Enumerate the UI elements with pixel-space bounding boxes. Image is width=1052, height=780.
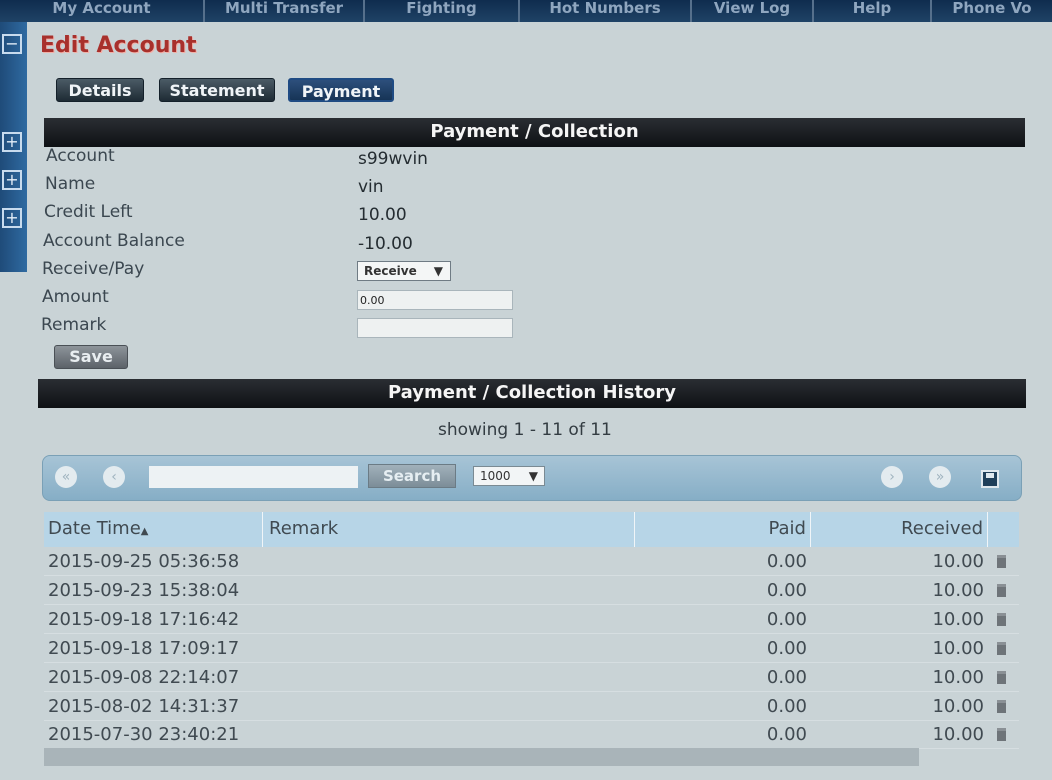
cell-received: 10.00 [932,580,984,601]
nav-item-my-account[interactable]: My Account [0,0,205,22]
cell-paid: 0.00 [766,696,807,717]
cell-paid: 0.00 [766,580,807,601]
grid-toolbar: « ‹ Search 1000 ▼ › » [42,455,1022,501]
table-row: 2015-09-25 05:36:58 0.00 10.00 [44,548,1019,576]
cell-received: 10.00 [932,724,984,745]
amount-input[interactable] [357,290,513,310]
save-icon[interactable] [981,470,999,488]
nav-item-multi-transfer[interactable]: Multi Transfer [205,0,365,22]
receive-pay-select[interactable]: Receive ▼ [357,261,451,281]
field-label-remark: Remark [41,315,107,335]
horizontal-scrollbar[interactable] [44,748,919,766]
table-row: 2015-07-30 23:40:21 0.00 10.00 [44,721,1019,749]
trash-icon[interactable] [997,642,1006,655]
cell-date-time: 2015-09-25 05:36:58 [48,551,240,572]
cell-received: 10.00 [932,551,984,572]
cell-received: 10.00 [932,638,984,659]
page-size-select[interactable]: 1000 ▼ [473,466,545,486]
cell-received: 10.00 [932,667,984,688]
nav-item-hot-numbers[interactable]: Hot Numbers [520,0,692,22]
remark-input[interactable] [357,318,513,338]
section-header-history: Payment / Collection History [38,379,1026,408]
cell-received: 10.00 [932,609,984,630]
page-title: Edit Account [40,33,197,58]
field-label-account-balance: Account Balance [43,231,185,251]
cell-paid: 0.00 [766,551,807,572]
cell-remark [263,577,635,604]
previous-page-icon[interactable]: ‹ [103,466,125,488]
receive-pay-select-value: Receive [364,264,417,278]
pagination-summary: showing 1 - 11 of 11 [438,420,612,440]
column-header-paid[interactable]: Paid [635,512,811,547]
top-nav: My Account Multi Transfer Fighting Hot N… [0,0,1052,22]
cell-remark [263,664,635,691]
field-value-account-balance: -10.00 [358,234,413,254]
expand-icon[interactable]: + [2,170,22,190]
trash-icon[interactable] [997,700,1006,713]
cell-date-time: 2015-07-30 23:40:21 [48,724,240,745]
sort-asc-icon: ▲ [140,526,149,537]
cell-paid: 0.00 [766,609,807,630]
field-label-amount: Amount [42,287,109,307]
cell-date-time: 2015-09-23 15:38:04 [48,580,240,601]
tab-payment[interactable]: Payment [288,78,394,102]
table-header: Date Time▲ Remark Paid Received [44,512,1019,547]
cell-date-time: 2015-09-18 17:16:42 [48,609,240,630]
tab-statement[interactable]: Statement [159,78,275,102]
column-header-actions [988,512,1019,547]
field-value-account: s99wvin [358,149,428,169]
field-value-credit-left: 10.00 [358,205,407,225]
column-label: Date Time [48,518,141,539]
column-header-remark[interactable]: Remark [263,512,635,547]
chevron-down-icon: ▼ [433,264,443,278]
table-row: 2015-09-08 22:14:07 0.00 10.00 [44,664,1019,692]
cell-date-time: 2015-09-18 17:09:17 [48,638,240,659]
cell-paid: 0.00 [766,667,807,688]
cell-remark [263,693,635,720]
table-row: 2015-09-23 15:38:04 0.00 10.00 [44,577,1019,605]
page-size-value: 1000 [480,469,511,483]
left-sidebar: − + + + [0,22,27,272]
table-row: 2015-09-18 17:09:17 0.00 10.00 [44,635,1019,663]
column-header-received[interactable]: Received [811,512,988,547]
save-button[interactable]: Save [54,345,128,369]
collapse-icon[interactable]: − [2,34,22,54]
nav-item-view-log[interactable]: View Log [692,0,814,22]
cell-remark [263,635,635,662]
field-label-credit-left: Credit Left [44,202,133,222]
next-page-icon[interactable]: › [881,466,903,488]
field-label-receive-pay: Receive/Pay [42,259,145,279]
trash-icon[interactable] [997,728,1006,741]
last-page-icon[interactable]: » [929,466,951,488]
cell-date-time: 2015-08-02 14:31:37 [48,696,240,717]
trash-icon[interactable] [997,613,1006,626]
table-row: 2015-08-02 14:31:37 0.00 10.00 [44,693,1019,721]
field-label-name: Name [45,174,96,194]
table-row: 2015-09-18 17:16:42 0.00 10.00 [44,606,1019,634]
cell-paid: 0.00 [766,638,807,659]
cell-remark [263,548,635,575]
cell-remark [263,606,635,633]
field-value-name: vin [358,177,384,197]
cell-received: 10.00 [932,696,984,717]
tab-details[interactable]: Details [56,78,144,102]
search-button[interactable]: Search [368,464,456,488]
trash-icon[interactable] [997,555,1006,568]
trash-icon[interactable] [997,584,1006,597]
column-header-date-time[interactable]: Date Time▲ [44,512,263,547]
search-input[interactable] [149,466,358,488]
field-label-account: Account [46,146,115,166]
trash-icon[interactable] [997,671,1006,684]
cell-paid: 0.00 [766,724,807,745]
nav-item-help[interactable]: Help [814,0,932,22]
cell-date-time: 2015-09-08 22:14:07 [48,667,240,688]
expand-icon[interactable]: + [2,132,22,152]
nav-item-phone[interactable]: Phone Vo [932,0,1052,22]
expand-icon[interactable]: + [2,208,22,228]
nav-item-fighting[interactable]: Fighting [365,0,520,22]
first-page-icon[interactable]: « [55,466,77,488]
cell-remark [263,721,635,748]
chevron-down-icon: ▼ [528,469,538,483]
section-header-payment: Payment / Collection [44,118,1025,147]
